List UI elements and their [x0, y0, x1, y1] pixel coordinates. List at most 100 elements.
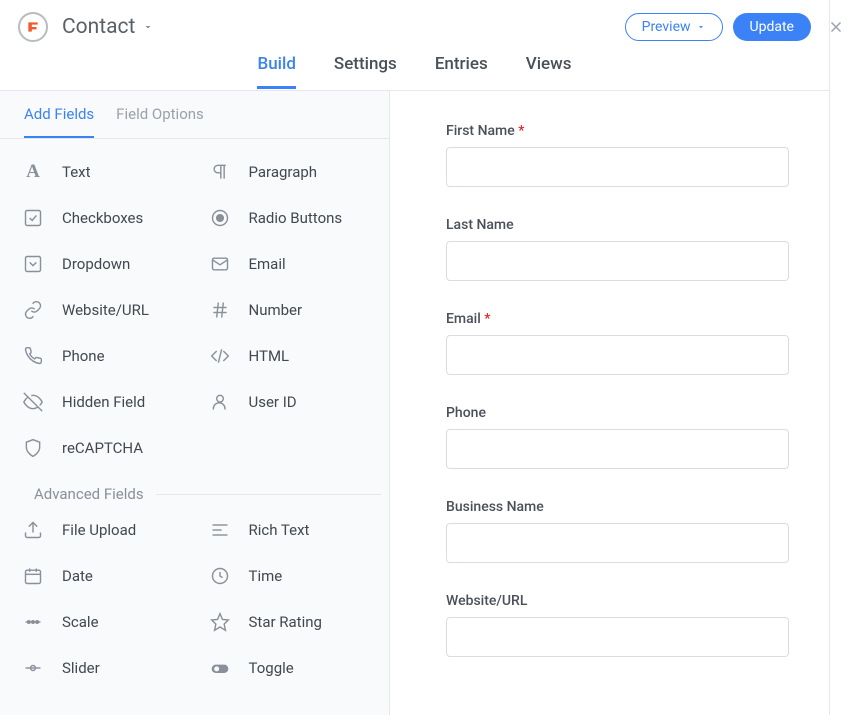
main-nav-tabs: Build Settings Entries Views: [0, 54, 829, 90]
field-label: HTML: [249, 347, 290, 365]
app-logo-icon: [18, 12, 48, 42]
form-field-first-name[interactable]: First Name *: [446, 123, 789, 187]
field-label: Hidden Field: [62, 393, 145, 411]
field-label: Slider: [62, 659, 100, 677]
link-icon: [22, 299, 44, 321]
field-type-toggle[interactable]: Toggle: [195, 645, 382, 691]
phone-icon: [22, 345, 44, 367]
tab-views[interactable]: Views: [526, 54, 572, 89]
field-label: Radio Buttons: [249, 209, 343, 227]
basic-fields-grid: A Text Paragraph Checkboxes Radio Bu: [8, 149, 381, 471]
field-type-url[interactable]: Website/URL: [8, 287, 195, 333]
last-name-input[interactable]: [446, 241, 789, 281]
field-label: User ID: [249, 393, 297, 411]
star-icon: [209, 611, 231, 633]
preview-label: Preview: [642, 19, 691, 35]
field-label: Text: [62, 163, 91, 181]
close-icon[interactable]: [824, 15, 848, 39]
field-label: Star Rating: [249, 613, 322, 631]
tab-build[interactable]: Build: [257, 54, 295, 89]
radio-icon: [209, 207, 231, 229]
field-type-text[interactable]: A Text: [8, 149, 195, 195]
field-label: First Name *: [446, 123, 789, 139]
field-label: Website/URL: [62, 301, 149, 319]
field-type-userid[interactable]: User ID: [195, 379, 382, 425]
business-name-input[interactable]: [446, 523, 789, 563]
panel-tab-field-options[interactable]: Field Options: [116, 105, 204, 138]
richtext-icon: [209, 519, 231, 541]
website-url-input[interactable]: [446, 617, 789, 657]
field-type-phone[interactable]: Phone: [8, 333, 195, 379]
field-type-checkboxes[interactable]: Checkboxes: [8, 195, 195, 241]
panel-tab-add-fields[interactable]: Add Fields: [24, 105, 94, 138]
field-type-scale[interactable]: Scale: [8, 599, 195, 645]
field-label: Email *: [446, 311, 789, 327]
field-label: Toggle: [249, 659, 294, 677]
advanced-fields-grid: File Upload Rich Text Date Time: [8, 507, 381, 691]
upload-icon: [22, 519, 44, 541]
caret-down-icon: [696, 22, 706, 32]
field-label: Phone: [446, 405, 789, 421]
toggle-icon: [209, 657, 231, 679]
advanced-fields-heading: Advanced Fields: [8, 471, 381, 507]
field-type-hidden[interactable]: Hidden Field: [8, 379, 195, 425]
field-label: Email: [249, 255, 286, 273]
field-type-number[interactable]: Number: [195, 287, 382, 333]
section-label: Advanced Fields: [34, 485, 144, 503]
caret-down-icon: [142, 21, 154, 33]
email-icon: [209, 253, 231, 275]
clock-icon: [209, 565, 231, 587]
field-label: Paragraph: [249, 163, 318, 181]
hash-icon: [209, 299, 231, 321]
field-label: Phone: [62, 347, 105, 365]
field-type-email[interactable]: Email: [195, 241, 382, 287]
eye-off-icon: [22, 391, 44, 413]
calendar-icon: [22, 565, 44, 587]
field-type-recaptcha[interactable]: reCAPTCHA: [8, 425, 195, 471]
field-label: Time: [249, 567, 283, 585]
shield-icon: [22, 437, 44, 459]
text-icon: A: [22, 161, 44, 183]
preview-button[interactable]: Preview: [625, 13, 723, 41]
field-label: Date: [62, 567, 93, 585]
phone-input[interactable]: [446, 429, 789, 469]
slider-icon: [22, 657, 44, 679]
form-field-business-name[interactable]: Business Name: [446, 499, 789, 563]
update-label: Update: [750, 19, 794, 35]
field-type-date[interactable]: Date: [8, 553, 195, 599]
field-type-html[interactable]: HTML: [195, 333, 382, 379]
tab-settings[interactable]: Settings: [334, 54, 397, 89]
field-type-star-rating[interactable]: Star Rating: [195, 599, 382, 645]
checkbox-icon: [22, 207, 44, 229]
form-title-text: Contact: [62, 15, 135, 39]
field-type-paragraph[interactable]: Paragraph: [195, 149, 382, 195]
field-type-slider[interactable]: Slider: [8, 645, 195, 691]
form-field-email[interactable]: Email *: [446, 311, 789, 375]
first-name-input[interactable]: [446, 147, 789, 187]
form-field-phone[interactable]: Phone: [446, 405, 789, 469]
field-label: Checkboxes: [62, 209, 143, 227]
code-icon: [209, 345, 231, 367]
paragraph-icon: [209, 161, 231, 183]
tab-entries[interactable]: Entries: [435, 54, 488, 89]
form-field-website-url[interactable]: Website/URL: [446, 593, 789, 657]
field-label: Last Name: [446, 217, 789, 233]
field-label: reCAPTCHA: [62, 439, 143, 457]
update-button[interactable]: Update: [733, 13, 811, 41]
field-label: Scale: [62, 613, 99, 631]
field-label: Rich Text: [249, 521, 310, 539]
form-field-last-name[interactable]: Last Name: [446, 217, 789, 281]
scale-icon: [22, 611, 44, 633]
field-type-rich-text[interactable]: Rich Text: [195, 507, 382, 553]
field-label: Website/URL: [446, 593, 789, 609]
field-type-dropdown[interactable]: Dropdown: [8, 241, 195, 287]
email-input[interactable]: [446, 335, 789, 375]
topbar: Contact Preview Update: [0, 0, 829, 54]
form-canvas: First Name * Last Name Email * Phone Bus…: [390, 90, 829, 715]
field-label: Number: [249, 301, 303, 319]
field-type-radio[interactable]: Radio Buttons: [195, 195, 382, 241]
field-type-time[interactable]: Time: [195, 553, 382, 599]
left-panel: Add Fields Field Options A Text Paragrap…: [0, 90, 390, 715]
form-title-dropdown[interactable]: Contact: [62, 15, 154, 39]
field-type-file-upload[interactable]: File Upload: [8, 507, 195, 553]
